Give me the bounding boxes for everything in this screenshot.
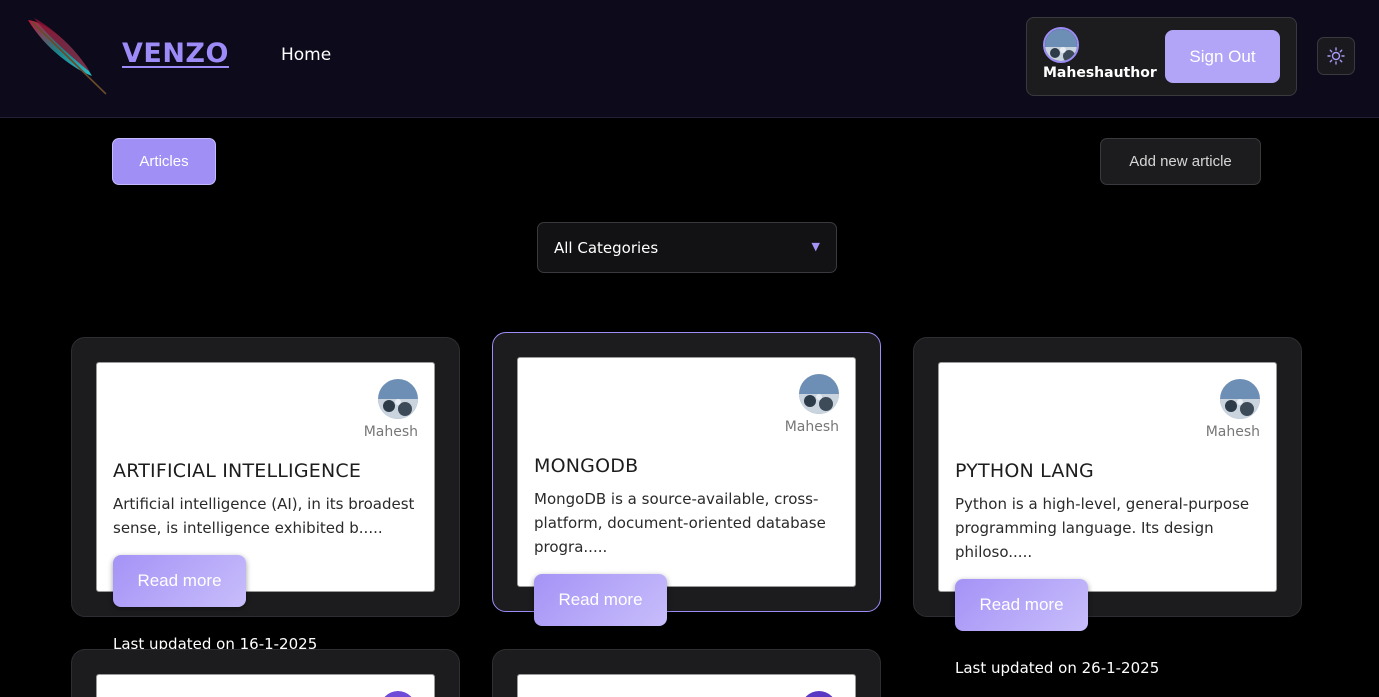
article-card-body [517, 674, 856, 697]
user-panel: Maheshauthor Sign Out [1026, 17, 1297, 96]
last-updated-text: Last updated on 26-1-2025 [955, 659, 1160, 677]
article-card-body: Mahesh MONGODB MongoDB is a source-avail… [517, 357, 856, 587]
author-avatar [799, 374, 839, 414]
author-avatar [380, 691, 416, 697]
avatar-image-icon [378, 379, 418, 419]
theme-toggle-button[interactable] [1317, 37, 1355, 75]
author-name: Mahesh [363, 424, 418, 440]
user-avatar[interactable] [1043, 27, 1079, 63]
author-avatar [1220, 379, 1260, 419]
feather-logo-icon[interactable] [24, 14, 108, 98]
article-title: PYTHON LANG [955, 460, 1094, 482]
sun-icon [1327, 47, 1345, 65]
article-card [71, 649, 460, 697]
article-title: MONGODB [534, 455, 639, 477]
top-navbar: VENZO Home Maheshauthor Sign Out [0, 0, 1379, 118]
nav-home-link[interactable]: Home [281, 45, 331, 65]
article-card-body [96, 674, 435, 697]
article-title: ARTIFICIAL INTELLIGENCE [113, 460, 362, 482]
author-name: Mahesh [784, 419, 839, 435]
articles-button[interactable]: Articles [112, 138, 216, 185]
read-more-button[interactable]: Read more [955, 579, 1088, 631]
article-card: Mahesh MONGODB MongoDB is a source-avail… [492, 332, 881, 612]
read-more-button[interactable]: Read more [113, 555, 246, 607]
avatar-image-icon [1220, 379, 1260, 419]
category-select-value: All Categories [554, 239, 659, 257]
article-card-body: Mahesh PYTHON LANG Python is a high-leve… [938, 362, 1277, 592]
user-name: Maheshauthor [1043, 65, 1157, 81]
article-description: MongoDB is a source-available, cross-pla… [534, 490, 826, 556]
avatar-image-icon [799, 374, 839, 414]
author-avatar [801, 691, 837, 697]
add-new-article-button[interactable]: Add new article [1100, 138, 1261, 185]
article-description: Python is a high-level, general-purpose … [955, 495, 1250, 561]
article-card [492, 649, 881, 697]
article-description: Artificial intelligence (AI), in its bro… [113, 495, 415, 537]
avatar-image-icon [1045, 29, 1077, 61]
brand-link[interactable]: VENZO [122, 38, 229, 69]
sign-out-button[interactable]: Sign Out [1165, 30, 1280, 83]
read-more-button[interactable]: Read more [534, 574, 667, 626]
category-select[interactable]: All Categories ▼ [537, 222, 837, 273]
author-name: Mahesh [1205, 424, 1260, 440]
chevron-down-icon: ▼ [811, 240, 820, 253]
author-avatar [378, 379, 418, 419]
article-card: Mahesh PYTHON LANG Python is a high-leve… [913, 337, 1302, 617]
